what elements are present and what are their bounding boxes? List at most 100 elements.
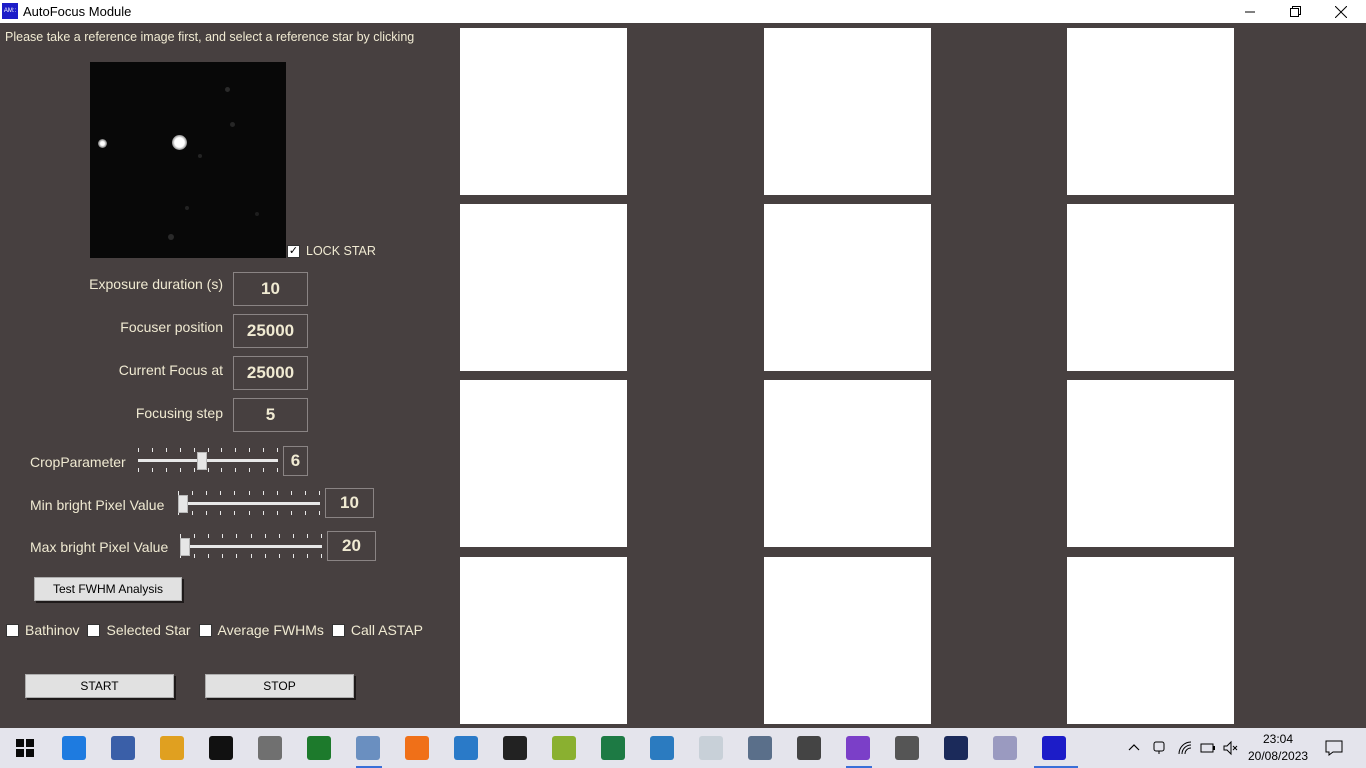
slider-tick: [206, 491, 207, 495]
average-fwhms-option[interactable]: Average FWHMs: [198, 622, 324, 638]
control-panel-icon[interactable]: [650, 736, 674, 760]
device-manager-icon[interactable]: [111, 736, 135, 760]
restore-icon: [1289, 6, 1301, 17]
restore-button[interactable]: [1272, 0, 1318, 23]
exposure-field[interactable]: 10: [233, 272, 308, 306]
camera-app-icon[interactable]: [895, 736, 919, 760]
focus-image-panel: [460, 28, 627, 195]
meet-now-icon[interactable]: [1152, 740, 1166, 756]
slider-thumb[interactable]: [178, 495, 188, 513]
visual-studio-icon[interactable]: [846, 736, 870, 760]
file-explorer-icon[interactable]: [160, 736, 184, 760]
starfield-app-icon[interactable]: [209, 736, 233, 760]
network-app-icon[interactable]: [699, 736, 723, 760]
windows-start-icon[interactable]: [13, 736, 37, 760]
slider-tick: [277, 468, 278, 472]
slider-tick: [222, 554, 223, 558]
instructions-text: Please take a reference image first, and…: [5, 30, 415, 44]
clock-date: 20/08/2023: [1248, 749, 1309, 763]
checkbox-icon[interactable]: [331, 623, 345, 637]
system-clock[interactable]: 23:04 20/08/2023: [1248, 731, 1308, 765]
volume-muted-icon[interactable]: [1222, 740, 1238, 756]
checkbox-icon[interactable]: [198, 623, 212, 637]
star-app-icon[interactable]: [454, 736, 478, 760]
slider-tick: [263, 468, 264, 472]
slider-tick: [277, 491, 278, 495]
keyboard-app-icon[interactable]: [797, 736, 821, 760]
chevron-up-icon[interactable]: [1128, 742, 1140, 752]
slider-tick: [194, 468, 195, 472]
slider-tick: [138, 448, 139, 452]
slider-thumb[interactable]: [197, 452, 207, 470]
slider-tick: [222, 534, 223, 538]
crop-parameter-slider[interactable]: [138, 448, 278, 472]
slider-tick: [220, 491, 221, 495]
minimize-button[interactable]: [1227, 0, 1273, 23]
focus-image-panel: [764, 557, 931, 724]
slider-tick: [265, 554, 266, 558]
slider-tick: [293, 554, 294, 558]
call-astap-option[interactable]: Call ASTAP: [331, 622, 423, 638]
small-star: [98, 139, 107, 148]
slider-thumb[interactable]: [180, 538, 190, 556]
slider-tick: [236, 534, 237, 538]
max-bright-slider[interactable]: [180, 534, 322, 558]
slider-tick: [166, 448, 167, 452]
focusing-step-field[interactable]: 5: [233, 398, 308, 432]
focus-image-panel: [1067, 204, 1234, 371]
test-fwhm-button[interactable]: Test FWHM Analysis: [34, 577, 182, 601]
app-icon: AM::: [2, 3, 18, 19]
slider-tick: [208, 468, 209, 472]
slider-tick: [277, 511, 278, 515]
checkbox-icon[interactable]: [6, 623, 19, 637]
notepad-plus-icon[interactable]: [552, 736, 576, 760]
reference-star-image[interactable]: [90, 62, 286, 258]
am-app-icon[interactable]: [1042, 736, 1066, 760]
slider-tick: [192, 491, 193, 495]
faint-star: [198, 154, 202, 158]
battery-icon[interactable]: [1200, 741, 1216, 755]
slider-tick: [194, 448, 195, 452]
lock-star-label: LOCK STAR: [306, 244, 376, 258]
blender-app-icon[interactable]: [405, 736, 429, 760]
selected-star-option[interactable]: Selected Star: [87, 622, 191, 638]
notifications-icon[interactable]: [1325, 740, 1343, 756]
slider-tick: [279, 554, 280, 558]
close-button[interactable]: [1318, 0, 1364, 23]
focus-image-panel: [460, 204, 627, 371]
min-bright-slider[interactable]: [178, 491, 320, 515]
checkbox-icon[interactable]: ✓: [287, 244, 300, 258]
bathinov-option[interactable]: Bathinov: [6, 622, 79, 638]
slider-tick: [249, 448, 250, 452]
lock-star-checkbox[interactable]: ✓ LOCK STAR: [287, 244, 376, 258]
terminal-icon[interactable]: [503, 736, 527, 760]
faint-star: [225, 87, 230, 92]
wifi-icon[interactable]: [1177, 740, 1193, 756]
book-app-icon[interactable]: [993, 736, 1017, 760]
focus-image-panel: [1067, 557, 1234, 724]
slider-tick: [249, 468, 250, 472]
start-button[interactable]: START: [25, 674, 174, 698]
checkbox-icon[interactable]: [87, 623, 101, 637]
focuser-position-field[interactable]: 25000: [233, 314, 308, 348]
current-focus-label: Current Focus at: [118, 362, 223, 378]
option-label: Selected Star: [106, 622, 191, 638]
slider-tick: [236, 554, 237, 558]
calculator-icon[interactable]: [748, 736, 772, 760]
crop-parameter-value: 6: [283, 446, 308, 476]
focus-image-panel: [460, 557, 627, 724]
excel-icon[interactable]: [601, 736, 625, 760]
stop-button[interactable]: STOP: [205, 674, 354, 698]
media-app-icon[interactable]: [307, 736, 331, 760]
satellite-app-icon[interactable]: [356, 736, 380, 760]
option-label: Bathinov: [25, 622, 80, 638]
editor-app-icon[interactable]: [258, 736, 282, 760]
edge-icon[interactable]: [62, 736, 86, 760]
focus-image-panel: [460, 380, 627, 547]
slider-tick: [138, 468, 139, 472]
slider-tick: [234, 491, 235, 495]
current-focus-field[interactable]: 25000: [233, 356, 308, 390]
slider-track: [138, 459, 278, 462]
night-sky-app-icon[interactable]: [944, 736, 968, 760]
slider-tick: [152, 448, 153, 452]
